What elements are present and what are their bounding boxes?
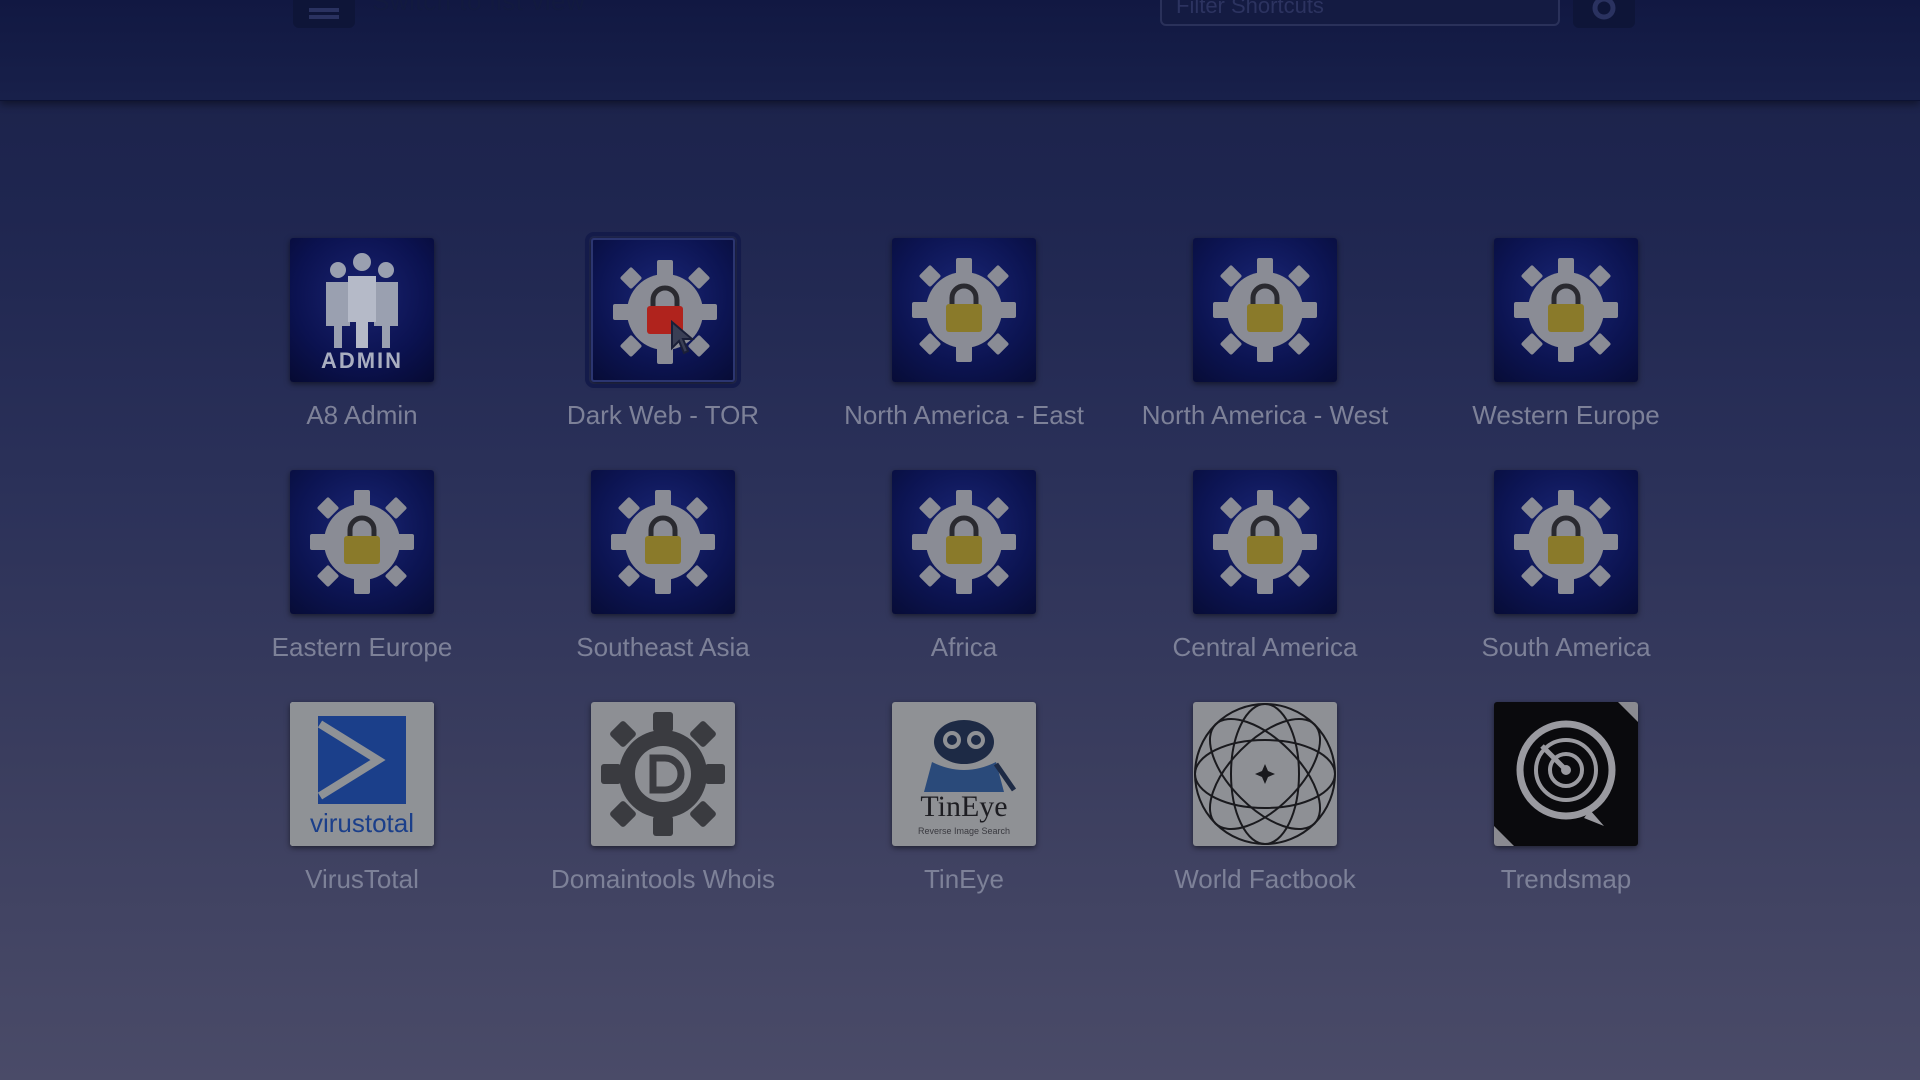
shortcut-label: Western Europe [1472, 400, 1660, 430]
shortcut-label: TinEye [924, 864, 1004, 894]
shortcut-tile[interactable]: Western Europe [1416, 238, 1716, 448]
shortcut-tile[interactable]: North America - East [814, 238, 1114, 448]
gear-lock-icon [611, 490, 715, 594]
gear-lock-icon [310, 490, 414, 594]
world-factbook-icon [1194, 703, 1336, 845]
shortcut-label: Southeast Asia [576, 632, 750, 662]
svg-text:ADMIN: ADMIN [321, 348, 403, 373]
shortcut-tile[interactable]: Trendsmap [1416, 702, 1716, 912]
shortcut-tile[interactable]: ADMIN A8 Admin [212, 238, 512, 448]
svg-text:Reverse Image Search: Reverse Image Search [918, 826, 1010, 836]
gear-lock-icon [1514, 490, 1618, 594]
admin-icon: ADMIN [321, 253, 403, 373]
shortcut-label: Trendsmap [1500, 864, 1632, 894]
shortcut-tile[interactable]: South America [1416, 470, 1716, 680]
svg-text:virustotal: virustotal [310, 808, 414, 838]
shortcut-label: VirusTotal [305, 864, 419, 894]
shortcut-grid: ADMIN A8 Admin Dark Web - TOR North Amer… [0, 0, 1920, 1080]
shortcut-tile[interactable]: virustotal VirusTotal [212, 702, 512, 912]
shortcut-tile[interactable]: Africa [814, 470, 1114, 680]
trendsmap-radar-icon [1494, 702, 1638, 846]
shortcut-label: Eastern Europe [271, 632, 453, 662]
shortcut-label: Central America [1172, 632, 1358, 662]
shortcut-tile-selected[interactable]: Dark Web - TOR [513, 232, 813, 448]
svg-text:TinEye: TinEye [920, 790, 1007, 823]
gear-lock-icon [1514, 258, 1618, 362]
shortcut-label: Domaintools Whois [551, 864, 775, 894]
domaintools-gear-icon [601, 712, 725, 836]
shortcut-tile[interactable]: Southeast Asia [513, 470, 813, 680]
shortcut-label: North America - West [1141, 400, 1389, 430]
gear-lock-icon [1213, 258, 1317, 362]
shortcut-label: Africa [930, 632, 998, 662]
shortcut-tile[interactable]: Central America [1115, 470, 1415, 680]
gear-lock-icon [613, 260, 717, 364]
gear-lock-icon [912, 258, 1016, 362]
virustotal-logo-icon: virustotal [290, 702, 434, 846]
mouse-cursor-icon [671, 320, 695, 355]
shortcut-label: World Factbook [1174, 864, 1356, 894]
shortcut-tile[interactable]: Eastern Europe [212, 470, 512, 680]
shortcut-tile[interactable]: TinEye Reverse Image Search TinEye [814, 702, 1114, 912]
shortcut-tile[interactable]: Domaintools Whois [513, 702, 813, 912]
tineye-robot-icon: TinEye Reverse Image Search [918, 720, 1017, 836]
gear-lock-icon [912, 490, 1016, 594]
shortcut-label: Dark Web - TOR [566, 400, 760, 430]
shortcut-tile[interactable]: North America - West [1115, 238, 1415, 448]
shortcut-label: A8 Admin [306, 400, 418, 430]
shortcut-tile[interactable]: World Factbook [1115, 702, 1415, 912]
shortcut-label: South America [1481, 632, 1651, 662]
shortcut-label: North America - East [844, 400, 1084, 430]
gear-lock-icon [1213, 490, 1317, 594]
